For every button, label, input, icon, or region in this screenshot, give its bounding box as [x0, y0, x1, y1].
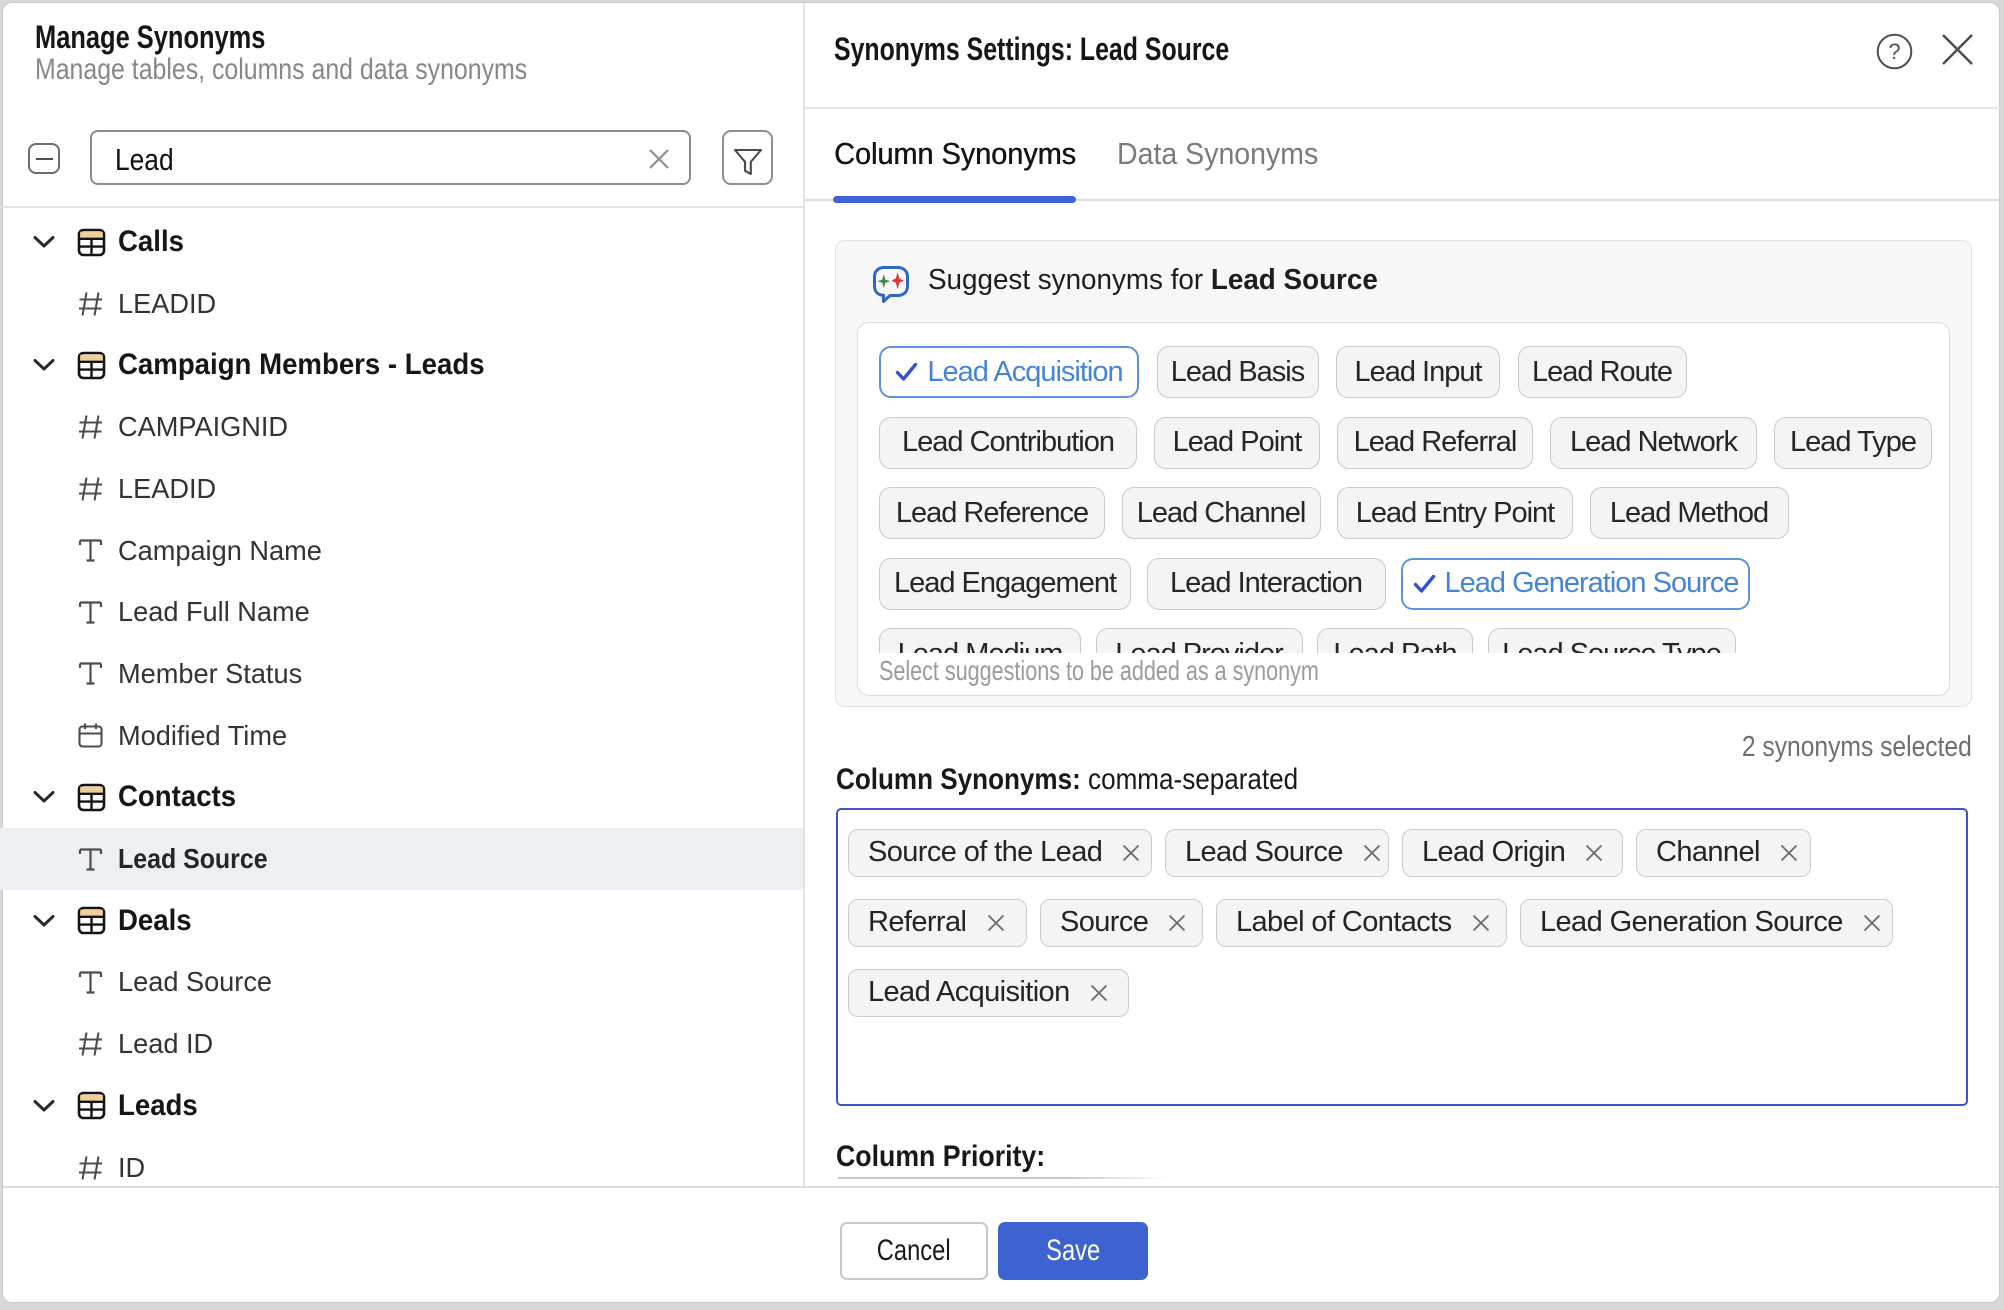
- svg-text:?: ?: [1888, 39, 1900, 64]
